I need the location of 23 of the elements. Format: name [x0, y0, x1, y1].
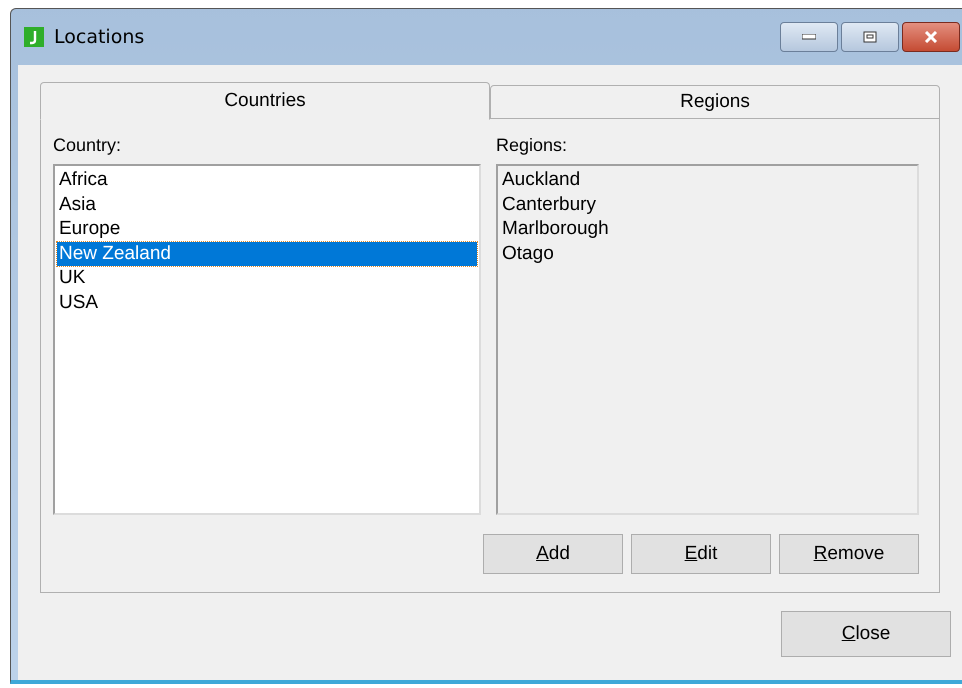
- close-dialog-button[interactable]: Close: [781, 611, 951, 657]
- list-box[interactable]: Africa Asia Europe New Zealand UK USA: [53, 164, 481, 515]
- list-item[interactable]: USA: [57, 290, 477, 315]
- minimize-button[interactable]: [780, 22, 838, 52]
- list-label: Country:: [53, 135, 122, 156]
- app-logo-icon: [24, 27, 44, 47]
- window-title: Locations: [54, 26, 144, 48]
- list-label: Regions:: [496, 135, 568, 156]
- minimize-icon: [802, 34, 816, 40]
- action-button[interactable]: Edit: [631, 534, 771, 574]
- maximize-icon: [863, 31, 877, 43]
- list-item[interactable]: UK: [57, 266, 477, 290]
- maximize-button[interactable]: [841, 22, 899, 52]
- list-item[interactable]: Africa: [57, 168, 477, 192]
- list-item[interactable]: Europe: [57, 217, 477, 242]
- action-button[interactable]: Remove: [779, 534, 919, 574]
- tab[interactable]: Countries: [40, 82, 490, 120]
- close-button[interactable]: [902, 22, 960, 52]
- tab[interactable]: Regions: [490, 85, 940, 119]
- list-item[interactable]: New Zealand: [57, 242, 477, 266]
- close-icon: [923, 31, 939, 43]
- action-button[interactable]: Add: [483, 534, 623, 574]
- list-item[interactable]: Asia: [57, 192, 477, 217]
